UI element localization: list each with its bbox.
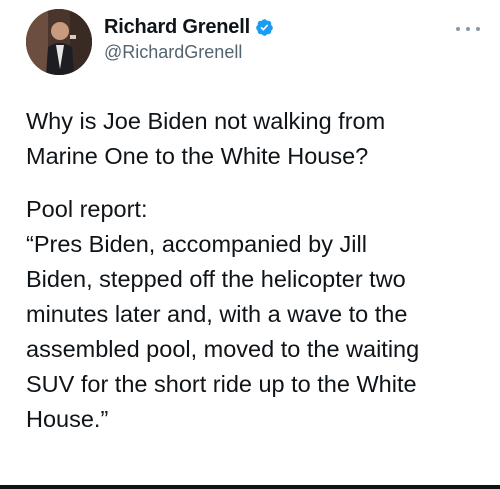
verified-badge-icon xyxy=(255,18,274,37)
more-options-icon[interactable] xyxy=(456,24,480,34)
tweet-line: minutes later and, with a wave to the xyxy=(26,301,408,327)
author-name-row: Richard Grenell xyxy=(104,14,274,40)
tweet-paragraph-pool-report: Pool report: “Pres Biden, accompanied by… xyxy=(26,192,486,437)
bottom-divider xyxy=(0,485,500,489)
avatar-photo-icon xyxy=(26,9,92,75)
author-display-name[interactable]: Richard Grenell xyxy=(104,16,250,39)
tweet-card: Richard Grenell @RichardGrenell Why is J… xyxy=(0,0,500,489)
more-dot xyxy=(466,27,470,31)
tweet-line: “Pres Biden, accompanied by Jill xyxy=(26,231,367,257)
tweet-text: Why is Joe Biden not walking from Marine… xyxy=(26,104,486,437)
avatar[interactable] xyxy=(26,9,92,75)
tweet-line: Pool report: xyxy=(26,196,148,222)
tweet-line: SUV for the short ride up to the White xyxy=(26,371,417,397)
tweet-line: Marine One to the White House? xyxy=(26,143,369,169)
tweet-line: assembled pool, moved to the waiting xyxy=(26,336,420,362)
tweet-paragraph-question: Why is Joe Biden not walking from Marine… xyxy=(26,104,486,174)
author-handle[interactable]: @RichardGrenell xyxy=(104,42,242,63)
tweet-line: House.” xyxy=(26,406,109,432)
more-dot xyxy=(476,27,480,31)
more-dot xyxy=(456,27,460,31)
tweet-line: Why is Joe Biden not walking from xyxy=(26,108,386,134)
tweet-line: Biden, stepped off the helicopter two xyxy=(26,266,406,292)
